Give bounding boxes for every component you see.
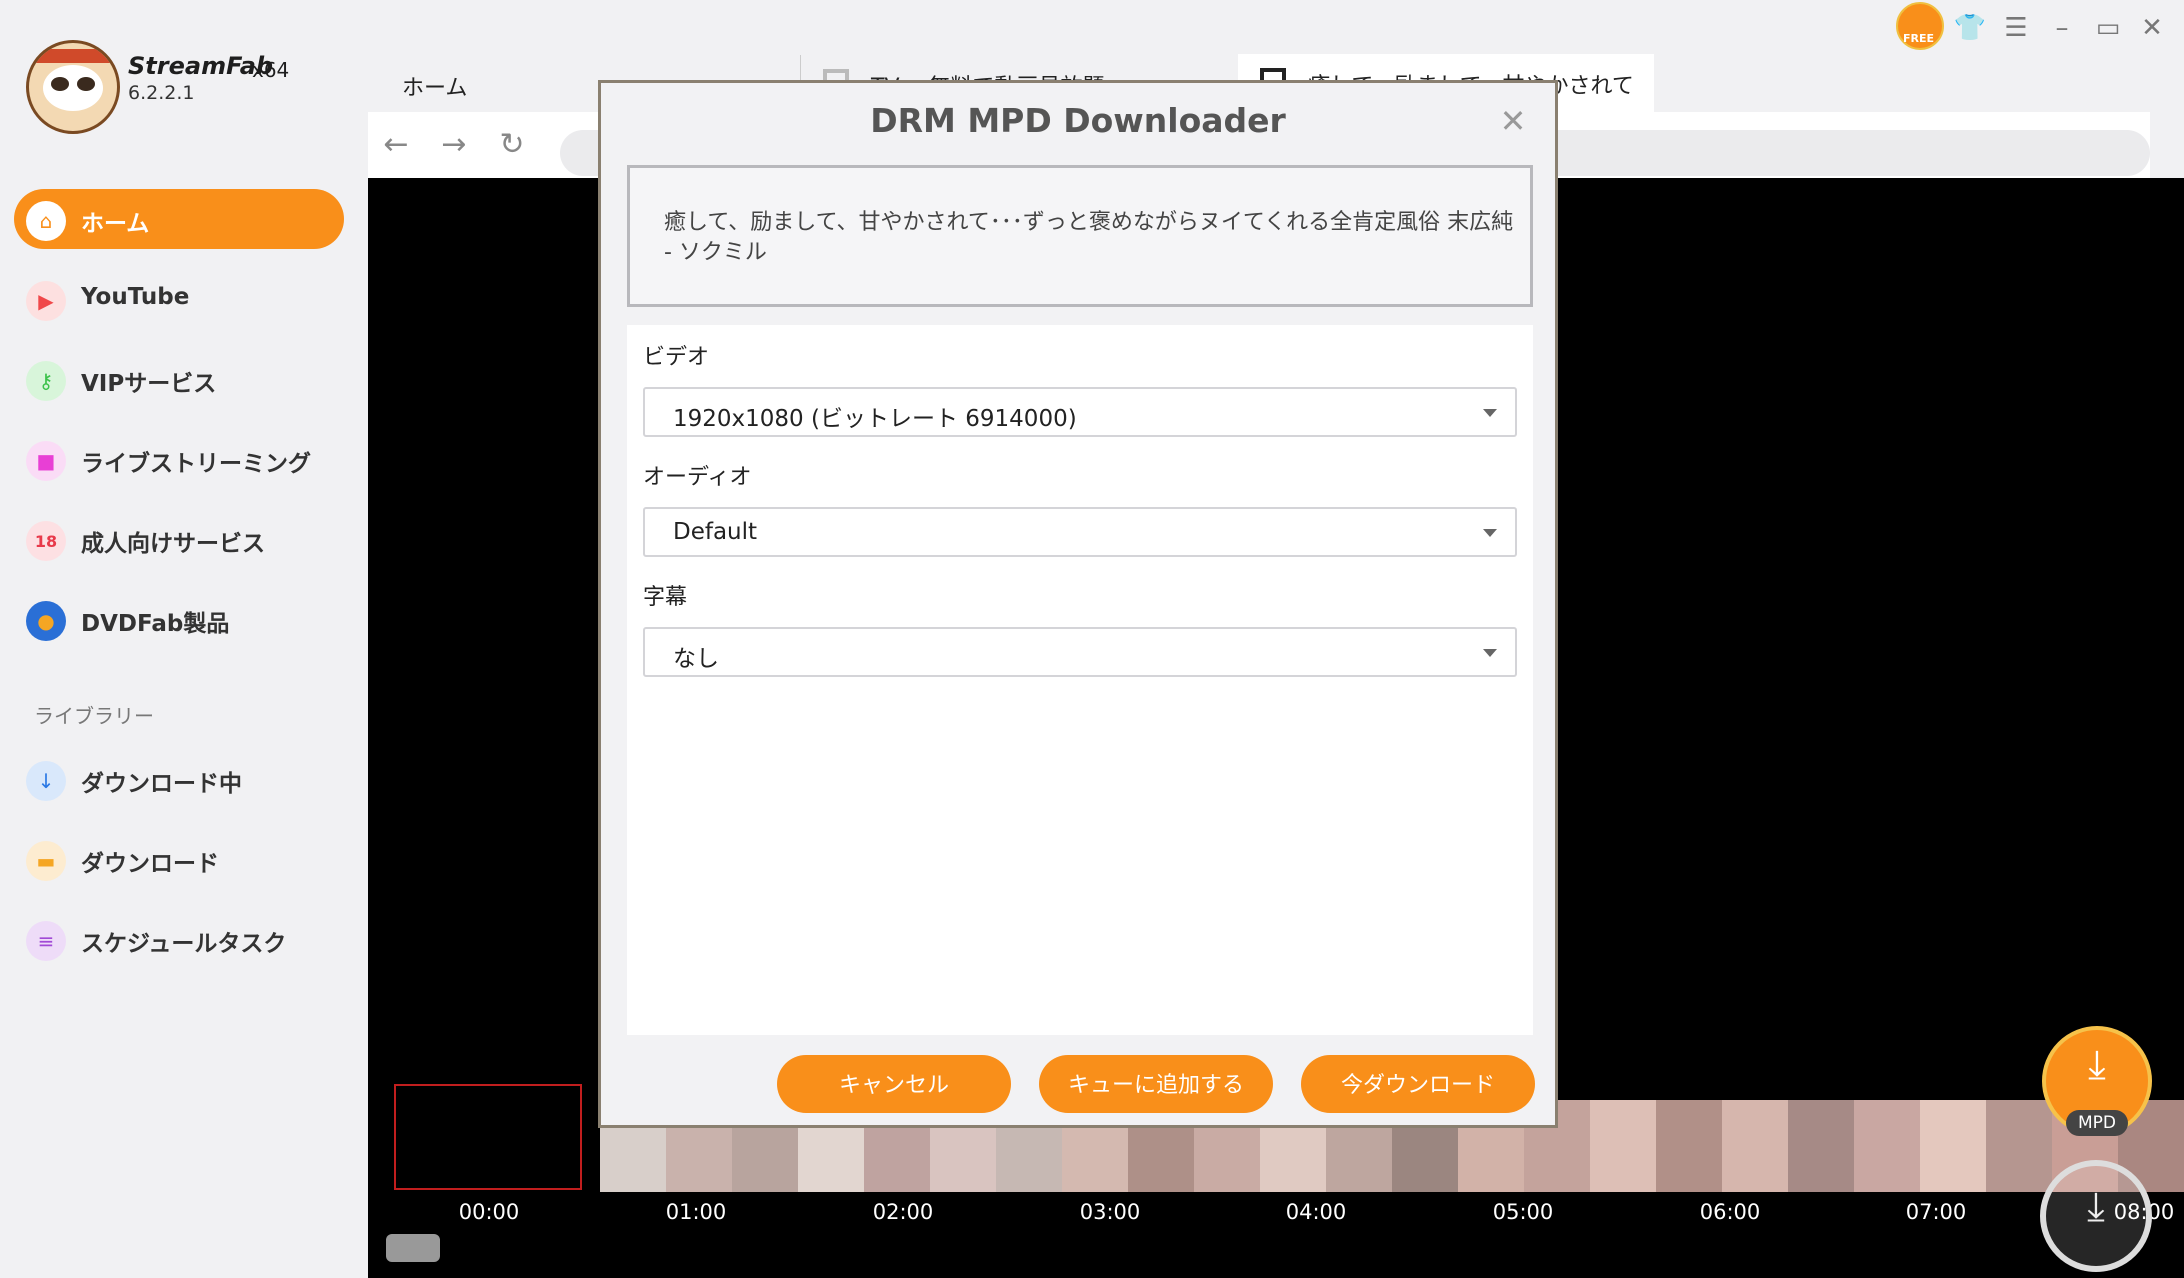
- maximize-icon[interactable]: ▭: [2088, 8, 2128, 48]
- sidebar-item-adult[interactable]: 18 成人向けサービス: [14, 509, 344, 569]
- sidebar-item-label: VIPサービス: [81, 371, 217, 397]
- video-label: ビデオ: [643, 345, 710, 370]
- library-heading: ライブラリー: [34, 704, 154, 728]
- mpd-download-button[interactable]: ⤓ MPD: [2042, 1026, 2152, 1136]
- home-icon: ⌂: [26, 201, 66, 241]
- download-now-button[interactable]: 今ダウンロード: [1301, 1055, 1535, 1113]
- dialog-title: DRM MPD Downloader: [870, 101, 1286, 140]
- timeline-time: 03:00: [1079, 1200, 1141, 1224]
- minimize-icon[interactable]: –: [2042, 8, 2082, 48]
- chevron-down-icon: [1483, 649, 1497, 657]
- camera-icon: ■: [26, 441, 66, 481]
- sidebar-item-label: DVDFab製品: [81, 611, 230, 637]
- sidebar-item-label: 成人向けサービス: [81, 531, 265, 557]
- timeline-time: 05:00: [1492, 1200, 1554, 1224]
- sidebar-item-dvdfab[interactable]: ● DVDFab製品: [14, 589, 344, 649]
- dvdfab-icon: ●: [26, 601, 66, 641]
- audio-select[interactable]: Default: [643, 507, 1517, 557]
- sidebar-item-label: YouTube: [81, 284, 190, 310]
- adult-icon: 18: [26, 521, 66, 561]
- app-arch: x64: [252, 58, 290, 82]
- drm-mpd-downloader-dialog: DRM MPD Downloader ✕ 癒して、励まして、甘やかされて･･･ず…: [598, 80, 1558, 1128]
- free-gift-icon[interactable]: FREE: [1896, 2, 1944, 50]
- schedule-icon: ≡: [26, 921, 66, 961]
- sidebar: StreamFab x64 6.2.2.1 ⌂ ホーム ▶ YouTube ⚷ …: [0, 0, 368, 1278]
- skin-icon[interactable]: 👕: [1950, 8, 1990, 48]
- timeline-time: 07:00: [1905, 1200, 1967, 1224]
- sidebar-item-schedule[interactable]: ≡ スケジュールタスク: [14, 909, 344, 969]
- sidebar-item-live[interactable]: ■ ライブストリーミング: [14, 429, 344, 489]
- timeline-time: 00:00: [458, 1200, 520, 1224]
- audio-label: オーディオ: [643, 465, 752, 490]
- close-icon[interactable]: ✕: [1495, 103, 1531, 139]
- chevron-down-icon: [1483, 409, 1497, 417]
- video-select-value: 1920x1080 (ビットレート 6914000): [673, 406, 1077, 432]
- youtube-icon: ▶: [26, 281, 66, 321]
- free-badge-label: FREE: [1903, 32, 1935, 45]
- video-select[interactable]: 1920x1080 (ビットレート 6914000): [643, 387, 1517, 437]
- download-button[interactable]: ⤓: [2040, 1160, 2152, 1272]
- sidebar-item-downloaded[interactable]: ▬ ダウンロード: [14, 829, 344, 889]
- cancel-button[interactable]: キャンセル: [777, 1055, 1011, 1113]
- reload-icon[interactable]: ↻: [494, 128, 530, 164]
- folder-icon: ▬: [26, 841, 66, 881]
- add-to-queue-button[interactable]: キューに追加する: [1039, 1055, 1273, 1113]
- tab-home[interactable]: ホーム: [402, 70, 467, 102]
- timeline-time: 01:00: [665, 1200, 727, 1224]
- video-title: 癒して、励まして、甘やかされて･･･ずっと褒めながらヌイてくれる全肯定風俗 末広…: [664, 210, 1514, 265]
- sidebar-item-label: ダウンロード: [81, 851, 219, 877]
- sidebar-item-label: ホーム: [81, 211, 150, 237]
- subtitle-select-value: なし: [673, 646, 719, 672]
- subtitle-label: 字幕: [643, 585, 688, 610]
- mpd-label: MPD: [2066, 1110, 2128, 1136]
- download-icon: ⤓: [2088, 1042, 2106, 1088]
- timeline-scroll-handle[interactable]: [386, 1234, 440, 1262]
- forward-icon[interactable]: →: [436, 128, 472, 164]
- timeline-thumbnail-selected[interactable]: [394, 1084, 582, 1190]
- back-icon[interactable]: ←: [378, 128, 414, 164]
- download-arrow-icon: ↓: [26, 761, 66, 801]
- sidebar-item-home[interactable]: ⌂ ホーム: [14, 189, 344, 249]
- audio-select-value: Default: [673, 519, 758, 545]
- close-window-icon[interactable]: ✕: [2132, 8, 2172, 48]
- download-options-panel: ビデオ 1920x1080 (ビットレート 6914000) オーディオ Def…: [627, 325, 1533, 1035]
- sidebar-item-label: ダウンロード中: [81, 771, 242, 797]
- video-title-box: 癒して、励まして、甘やかされて･･･ずっと褒めながらヌイてくれる全肯定風俗 末広…: [627, 165, 1533, 307]
- subtitle-select[interactable]: なし: [643, 627, 1517, 677]
- timeline-time: 06:00: [1699, 1200, 1761, 1224]
- menu-icon[interactable]: ☰: [1996, 8, 2036, 48]
- app-logo: [26, 40, 120, 134]
- sidebar-item-youtube[interactable]: ▶ YouTube: [14, 269, 344, 329]
- timeline-time: 02:00: [872, 1200, 934, 1224]
- sidebar-item-label: スケジュールタスク: [81, 931, 287, 957]
- chevron-down-icon: [1483, 529, 1497, 537]
- timeline-time: 04:00: [1285, 1200, 1347, 1224]
- sidebar-item-vip[interactable]: ⚷ VIPサービス: [14, 349, 344, 409]
- sidebar-item-downloading[interactable]: ↓ ダウンロード中: [14, 749, 344, 809]
- app-version: 6.2.2.1: [128, 82, 195, 104]
- key-icon: ⚷: [26, 361, 66, 401]
- sidebar-item-label: ライブストリーミング: [81, 451, 311, 477]
- download-icon: ⤓: [2087, 1184, 2105, 1230]
